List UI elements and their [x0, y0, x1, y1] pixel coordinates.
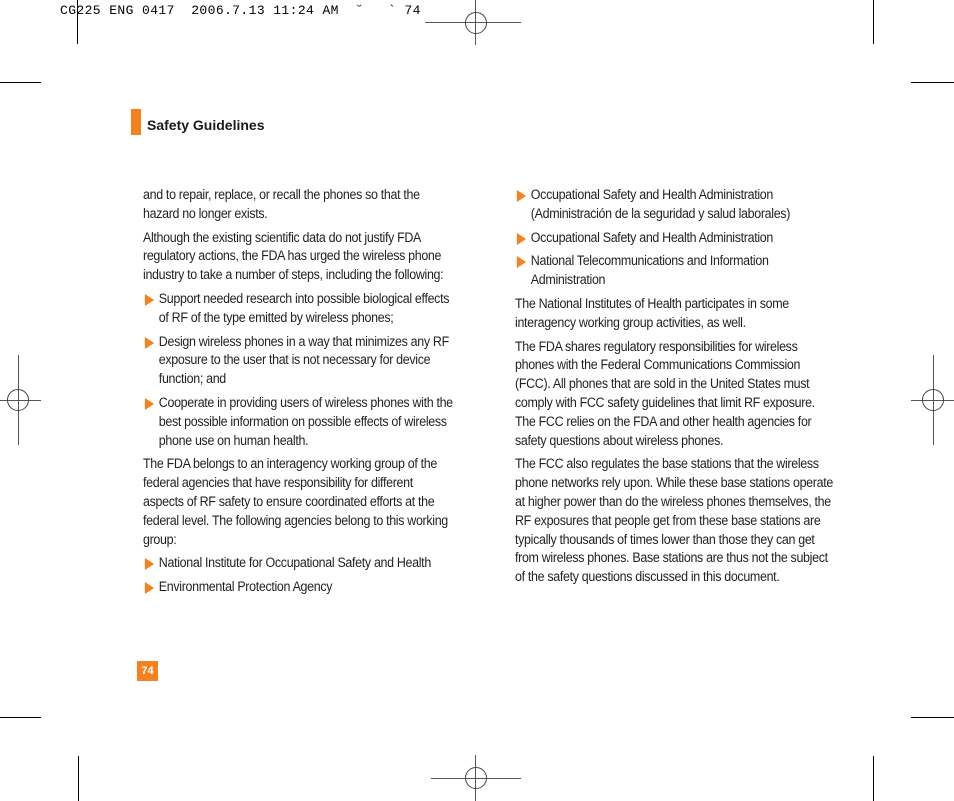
bullet-triangle-icon [144, 397, 155, 410]
paragraph: and to repair, replace, or recall the ph… [143, 187, 420, 221]
bullet-item: Support needed research into possible bi… [143, 290, 455, 328]
paragraph: The FCC also regulates the base stations… [515, 456, 833, 585]
section-header: Safety Guidelines [131, 109, 264, 135]
right-column: Occupational Safety and Health Administr… [515, 186, 836, 592]
bullet-triangle-icon [516, 232, 527, 245]
left-column: and to repair, replace, or recall the ph… [143, 186, 455, 602]
printer-slug: CG225 ENG 0417 2006.7.13 11:24 AM ˘ ` 74 [60, 3, 421, 18]
bullet-item: Environmental Protection Agency [143, 578, 455, 597]
bullet-text: Design wireless phones in a way that min… [158, 333, 449, 387]
bullet-triangle-icon [516, 190, 527, 202]
bullet-item: National Institute for Occupational Safe… [143, 554, 455, 573]
bullet-triangle-icon [144, 293, 155, 306]
paragraph: Although the existing scientific data do… [143, 229, 444, 283]
crop-mark-top-right-v [873, 0, 874, 44]
crop-mark-bottom-right-v [873, 756, 874, 801]
paragraph: The FDA shares regulatory responsibiliti… [515, 338, 815, 448]
bullet-item: Occupational Safety and Health Administr… [515, 186, 836, 224]
bullet-text: Cooperate in providing users of wireless… [158, 394, 453, 448]
bullet-item: Cooperate in providing users of wireless… [143, 394, 455, 450]
bullet-triangle-icon [516, 256, 527, 269]
paragraph: The FDA belongs to an interagency workin… [143, 456, 448, 547]
bullet-text: Occupational Safety and Health Administr… [530, 229, 774, 245]
section-accent-bar [131, 109, 141, 135]
bullet-text: National Telecommunications and Informat… [530, 253, 769, 288]
bullet-text: Environmental Protection Agency [158, 579, 333, 595]
paragraph: The National Institutes of Health partic… [515, 295, 789, 330]
bullet-item: Design wireless phones in a way that min… [143, 333, 455, 389]
bullet-text: Occupational Safety and Health Administr… [530, 187, 791, 221]
section-title: Safety Guidelines [147, 116, 265, 133]
bullet-item: National Telecommunications and Informat… [515, 252, 836, 290]
page-number-badge: 74 [137, 661, 158, 681]
bullet-text: National Institute for Occupational Safe… [158, 555, 431, 571]
crop-mark-bottom-left-h [0, 717, 41, 718]
crop-mark-top-left-v [77, 0, 78, 44]
bullet-triangle-icon [144, 582, 155, 595]
crop-mark-bottom-right-h [911, 717, 954, 718]
crop-mark-bottom-left-v [78, 756, 79, 801]
crop-mark-top-right-h [911, 82, 954, 83]
bullet-triangle-icon [144, 558, 155, 571]
bullet-triangle-icon [144, 336, 155, 349]
bullet-item: Occupational Safety and Health Administr… [515, 229, 836, 248]
crop-mark-top-left-h [0, 82, 41, 83]
bullet-text: Support needed research into possible bi… [158, 290, 450, 325]
